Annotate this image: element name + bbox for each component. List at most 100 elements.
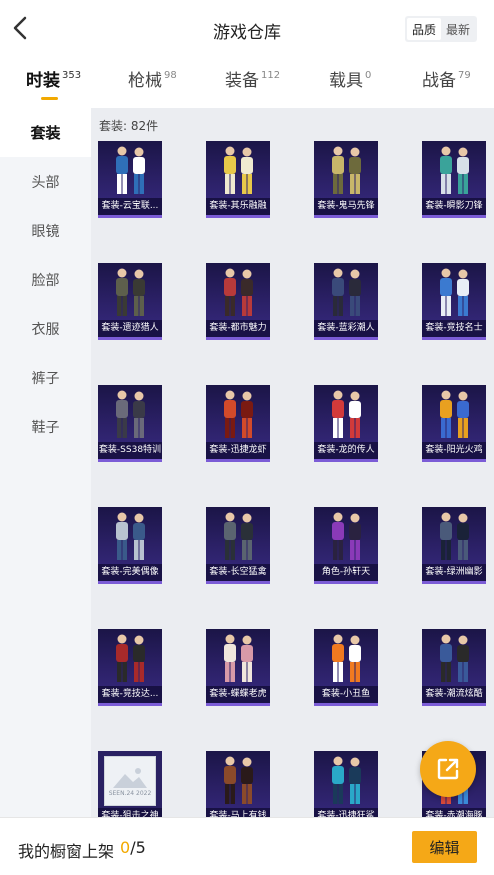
outfit-card-label: 套装-阳光火鸡 <box>422 442 486 459</box>
outfit-figure-icon <box>332 634 361 682</box>
tab-count: 98 <box>164 70 177 81</box>
outfit-card-label: 套装-鬼马先锋 <box>314 198 378 215</box>
outfit-card[interactable]: 套装-蓝彩潮人 <box>314 263 378 340</box>
outfit-card[interactable]: 套装-完美偶像 <box>98 507 162 584</box>
outfit-card-label: 角色-孙轩天 <box>314 564 378 581</box>
tab-count: 0 <box>365 70 372 81</box>
outfit-card[interactable]: 套装-迅捷龙虾 <box>206 385 270 462</box>
outfit-figure-icon <box>116 512 145 560</box>
outfit-card[interactable]: 套装-云宝联... <box>98 141 162 218</box>
outfit-card-label: 套装-狙击之神 <box>98 808 162 817</box>
tab-label: 装备 <box>225 71 259 91</box>
sidebar-item-sets[interactable]: 套装 <box>0 108 91 157</box>
outfit-card-label: 套装-小丑鱼 <box>314 686 378 703</box>
tab-equipment[interactable]: 装备 112 <box>225 68 280 108</box>
outfit-card-label: 套装-赤潮海豚 <box>422 808 486 817</box>
showcase-bar: 我的橱窗上架 0 /5 编辑 <box>0 817 494 875</box>
outfit-figure-icon <box>116 146 145 194</box>
tab-count: 353 <box>62 70 82 81</box>
outfit-card[interactable]: 套装-其乐融融 <box>206 141 270 218</box>
sort-latest-button[interactable]: 最新 <box>441 18 475 40</box>
sidebar-item-glasses[interactable]: 眼镜 <box>0 206 91 255</box>
outfit-card[interactable]: 套装-都市魅力 <box>206 263 270 340</box>
outfit-card-label: 套装-遗迹猎人 <box>98 320 162 337</box>
outfit-card-label: 套装-长空猛禽 <box>206 564 270 581</box>
outfit-card-label: 套装-完美偶像 <box>98 564 162 581</box>
sidebar-item-clothes[interactable]: 衣服 <box>0 304 91 353</box>
outfit-card-label: 套装-都市魅力 <box>206 320 270 337</box>
item-content: 套装: 82件 套装-云宝联... 套装-其乐融融 套装-鬼马先锋 套装-瞬影刀锋套装… <box>91 108 494 817</box>
outfit-card-label: 套装-绿洲幽影 <box>422 564 486 581</box>
game-warehouse-screen: 游戏仓库 品质 最新 时装 353 枪械 98 装备 112 载具 0 战备 7… <box>0 0 494 875</box>
tab-count: 112 <box>261 70 281 81</box>
outfit-card[interactable]: 角色-孙轩天 <box>314 507 378 584</box>
outfit-figure-icon <box>332 390 361 438</box>
category-tabs: 时装 353 枪械 98 装备 112 载具 0 战备 79 <box>0 58 494 108</box>
sidebar: 套装 头部 眼镜 脸部 衣服 裤子 鞋子 <box>0 108 91 817</box>
outfit-card[interactable]: 套装-马上有钱 <box>206 751 270 817</box>
outfit-card-label: 套装-迅捷狂鲨 <box>314 808 378 817</box>
outfit-card[interactable]: 套装-小丑鱼 <box>314 629 378 706</box>
sidebar-item-face[interactable]: 脸部 <box>0 255 91 304</box>
outfit-figure-icon <box>224 512 253 560</box>
outfit-card-label: 套装-蓝彩潮人 <box>314 320 378 337</box>
outfit-figure-icon <box>224 756 253 804</box>
tab-supplies[interactable]: 战备 79 <box>422 68 471 108</box>
tab-label: 时装 <box>26 71 60 91</box>
sort-quality-button[interactable]: 品质 <box>407 18 441 40</box>
outfit-card[interactable]: 套装-瞬影刀锋 <box>422 141 486 218</box>
outfit-figure-icon <box>332 756 361 804</box>
outfit-card-label: 套装-迅捷龙虾 <box>206 442 270 459</box>
outfit-figure-icon <box>224 390 253 438</box>
outfit-figure-icon <box>332 512 361 560</box>
tab-label: 载具 <box>329 71 363 91</box>
edit-button[interactable]: 编辑 <box>412 831 477 863</box>
outfit-card[interactable]: 套装-长空猛禽 <box>206 507 270 584</box>
share-button[interactable] <box>420 741 476 797</box>
outfit-card-label: 套装-潮流炫酷 <box>422 686 486 703</box>
outfit-figure-icon <box>440 512 469 560</box>
outfit-card[interactable]: 套装-遗迹猎人 <box>98 263 162 340</box>
outfit-card[interactable]: SEEN.24 2022 套装-狙击之神 <box>98 751 162 817</box>
sidebar-item-shoes[interactable]: 鞋子 <box>0 402 91 451</box>
outfit-card[interactable]: 套装-鬼马先锋 <box>314 141 378 218</box>
outfit-card-label: 套装-蝶蝶老虎 <box>206 686 270 703</box>
outfit-card-label: 套装-马上有钱 <box>206 808 270 817</box>
tab-label: 枪械 <box>128 71 162 91</box>
outfit-card[interactable]: 套装-迅捷狂鲨 <box>314 751 378 817</box>
sidebar-item-head[interactable]: 头部 <box>0 157 91 206</box>
active-tab-indicator <box>41 97 58 100</box>
outfit-card-label: 套装-竞技达... <box>98 686 162 703</box>
external-link-icon <box>437 758 459 780</box>
sidebar-item-pants[interactable]: 裤子 <box>0 353 91 402</box>
outfit-figure-icon <box>116 390 145 438</box>
outfit-card[interactable]: 套装-竞技名士 <box>422 263 486 340</box>
outfit-card[interactable]: 套装-蝶蝶老虎 <box>206 629 270 706</box>
showcase-total: /5 <box>130 838 146 857</box>
outfit-card-label: 套装-其乐融融 <box>206 198 270 215</box>
outfit-figure-icon <box>224 634 253 682</box>
outfit-figure-icon <box>440 634 469 682</box>
image-placeholder-icon: SEEN.24 2022 <box>104 756 156 806</box>
outfit-figure-icon <box>224 146 253 194</box>
tab-fashion[interactable]: 时装 353 <box>26 68 81 108</box>
outfit-figure-icon <box>224 268 253 316</box>
outfit-card-label: 套装-竞技名士 <box>422 320 486 337</box>
tab-label: 战备 <box>422 71 456 91</box>
outfit-card[interactable]: 套装-SS38特训 <box>98 385 162 462</box>
tab-vehicles[interactable]: 载具 0 <box>329 68 371 108</box>
outfit-card[interactable]: 套装-阳光火鸡 <box>422 385 486 462</box>
tab-guns[interactable]: 枪械 98 <box>128 68 177 108</box>
placeholder-text: SEEN.24 2022 <box>108 789 152 797</box>
outfit-card[interactable]: 套装-潮流炫酷 <box>422 629 486 706</box>
header: 游戏仓库 品质 最新 <box>0 0 494 58</box>
outfit-figure-icon <box>332 146 361 194</box>
showcase-count: 0 <box>120 838 131 857</box>
outfit-card[interactable]: 套装-绿洲幽影 <box>422 507 486 584</box>
sort-toggle: 品质 最新 <box>405 16 477 42</box>
tab-count: 79 <box>458 70 471 81</box>
item-count: 套装: 82件 <box>99 119 159 133</box>
outfit-card[interactable]: 套装-竞技达... <box>98 629 162 706</box>
outfit-figure-icon <box>440 268 469 316</box>
outfit-card[interactable]: 套装-龙的传人 <box>314 385 378 462</box>
